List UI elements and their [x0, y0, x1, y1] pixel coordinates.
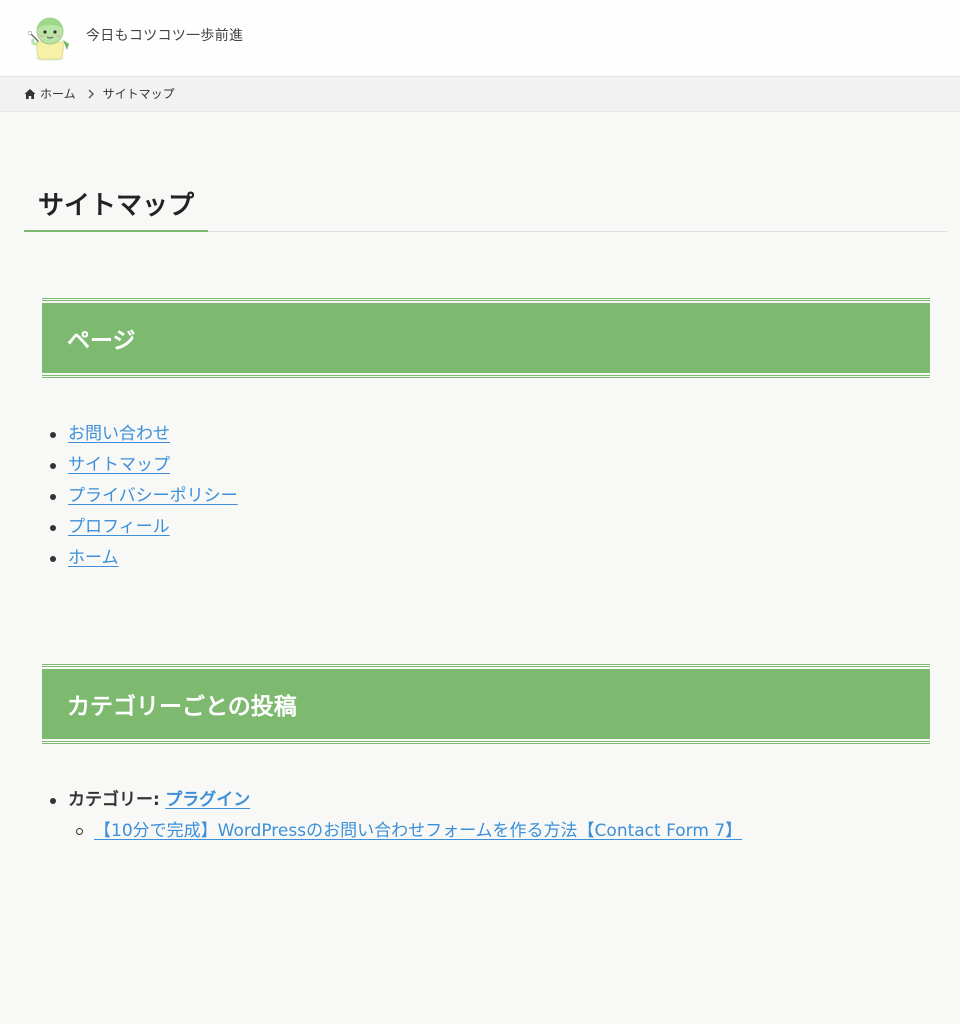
list-item: ホーム	[48, 543, 238, 574]
category-prefix: カテゴリー:	[68, 790, 160, 810]
home-icon[interactable]	[24, 88, 36, 100]
site-logo-link[interactable]	[22, 14, 74, 62]
list-item: プロフィール	[48, 512, 238, 543]
page-link-home[interactable]: ホーム	[68, 548, 119, 568]
list-item: プライバシーポリシー	[48, 481, 238, 512]
breadcrumb-current: サイトマップ	[102, 87, 175, 101]
breadcrumb: ホーム サイトマップ	[0, 77, 960, 112]
pages-list: お問い合わせ サイトマップ プライバシーポリシー プロフィール ホーム	[48, 419, 238, 574]
section-heading-pages: ページ	[42, 298, 930, 378]
page-link-sitemap[interactable]: サイトマップ	[68, 455, 170, 475]
list-item: お問い合わせ	[48, 419, 238, 450]
page-link-privacy-policy[interactable]: プライバシーポリシー	[68, 486, 238, 506]
site-tagline: 今日もコツコツ一歩前進	[86, 28, 244, 44]
page-title-accent-bar	[24, 230, 208, 232]
chevron-right-icon	[88, 89, 94, 99]
breadcrumb-home-link[interactable]: ホーム	[40, 87, 76, 101]
section-heading-categories: カテゴリーごとの投稿	[42, 664, 930, 744]
page-link-profile[interactable]: プロフィール	[68, 517, 170, 537]
mascot-logo-icon	[27, 17, 69, 61]
list-item: サイトマップ	[48, 450, 238, 481]
post-link-contact-form[interactable]: 【10分で完成】WordPressのお問い合わせフォームを作る方法【Contac…	[94, 821, 742, 841]
category-link-plugin[interactable]: プラグイン	[165, 790, 250, 810]
section-heading-pages-text: ページ	[67, 328, 136, 354]
page-link-contact[interactable]: お問い合わせ	[68, 424, 170, 444]
site-header: 今日もコツコツ一歩前進	[0, 0, 960, 77]
post-list-item: 【10分で完成】WordPressのお問い合わせフォームを作る方法【Contac…	[68, 816, 742, 847]
category-post-list: 【10分で完成】WordPressのお問い合わせフォームを作る方法【Contac…	[68, 816, 742, 847]
category-list: カテゴリー: プラグイン 【10分で完成】WordPressのお問い合わせフォー…	[48, 785, 742, 847]
page-title: サイトマップ	[38, 191, 195, 221]
section-heading-categories-text: カテゴリーごとの投稿	[67, 694, 297, 720]
category-item: カテゴリー: プラグイン 【10分で完成】WordPressのお問い合わせフォー…	[48, 785, 742, 847]
